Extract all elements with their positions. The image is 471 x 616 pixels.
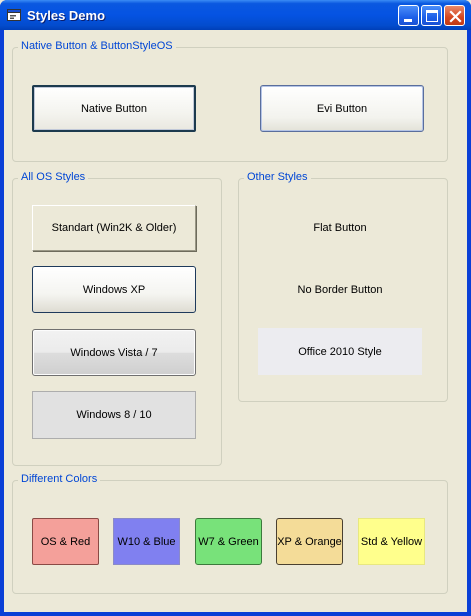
- windows-vista-button[interactable]: Windows Vista / 7: [32, 329, 196, 376]
- os-red-button[interactable]: OS & Red: [32, 518, 99, 565]
- maximize-button[interactable]: [421, 5, 442, 26]
- minimize-icon: [404, 19, 412, 22]
- native-button[interactable]: Native Button: [32, 85, 196, 132]
- close-button[interactable]: [444, 5, 465, 26]
- group-os-styles-label: All OS Styles: [18, 171, 89, 183]
- app-window: Styles Demo Native Button & ButtonStyleO…: [0, 0, 471, 616]
- close-icon: [449, 10, 462, 23]
- office-2010-button[interactable]: Office 2010 Style: [258, 328, 422, 375]
- windows-8-button[interactable]: Windows 8 / 10: [32, 391, 196, 439]
- window-title: Styles Demo: [27, 8, 106, 23]
- xp-orange-button[interactable]: XP & Orange: [276, 518, 343, 565]
- windows-xp-button[interactable]: Windows XP: [32, 266, 196, 313]
- group-other-styles-label: Other Styles: [244, 171, 311, 183]
- minimize-button[interactable]: [398, 5, 419, 26]
- window-client-area: Native Button & ButtonStyleOS Native But…: [4, 30, 467, 612]
- std-yellow-button[interactable]: Std & Yellow: [358, 518, 425, 565]
- title-bar[interactable]: Styles Demo: [0, 0, 471, 30]
- group-native-label: Native Button & ButtonStyleOS: [18, 40, 176, 52]
- w7-green-button[interactable]: W7 & Green: [195, 518, 262, 565]
- evi-button[interactable]: Evi Button: [260, 85, 424, 132]
- w10-blue-button[interactable]: W10 & Blue: [113, 518, 180, 565]
- no-border-button[interactable]: No Border Button: [258, 267, 422, 313]
- app-window-icon: [7, 9, 21, 21]
- flat-button[interactable]: Flat Button: [258, 205, 422, 251]
- maximize-icon: [426, 10, 438, 22]
- group-colors-label: Different Colors: [18, 473, 101, 485]
- standart-button[interactable]: Standart (Win2K & Older): [32, 205, 196, 251]
